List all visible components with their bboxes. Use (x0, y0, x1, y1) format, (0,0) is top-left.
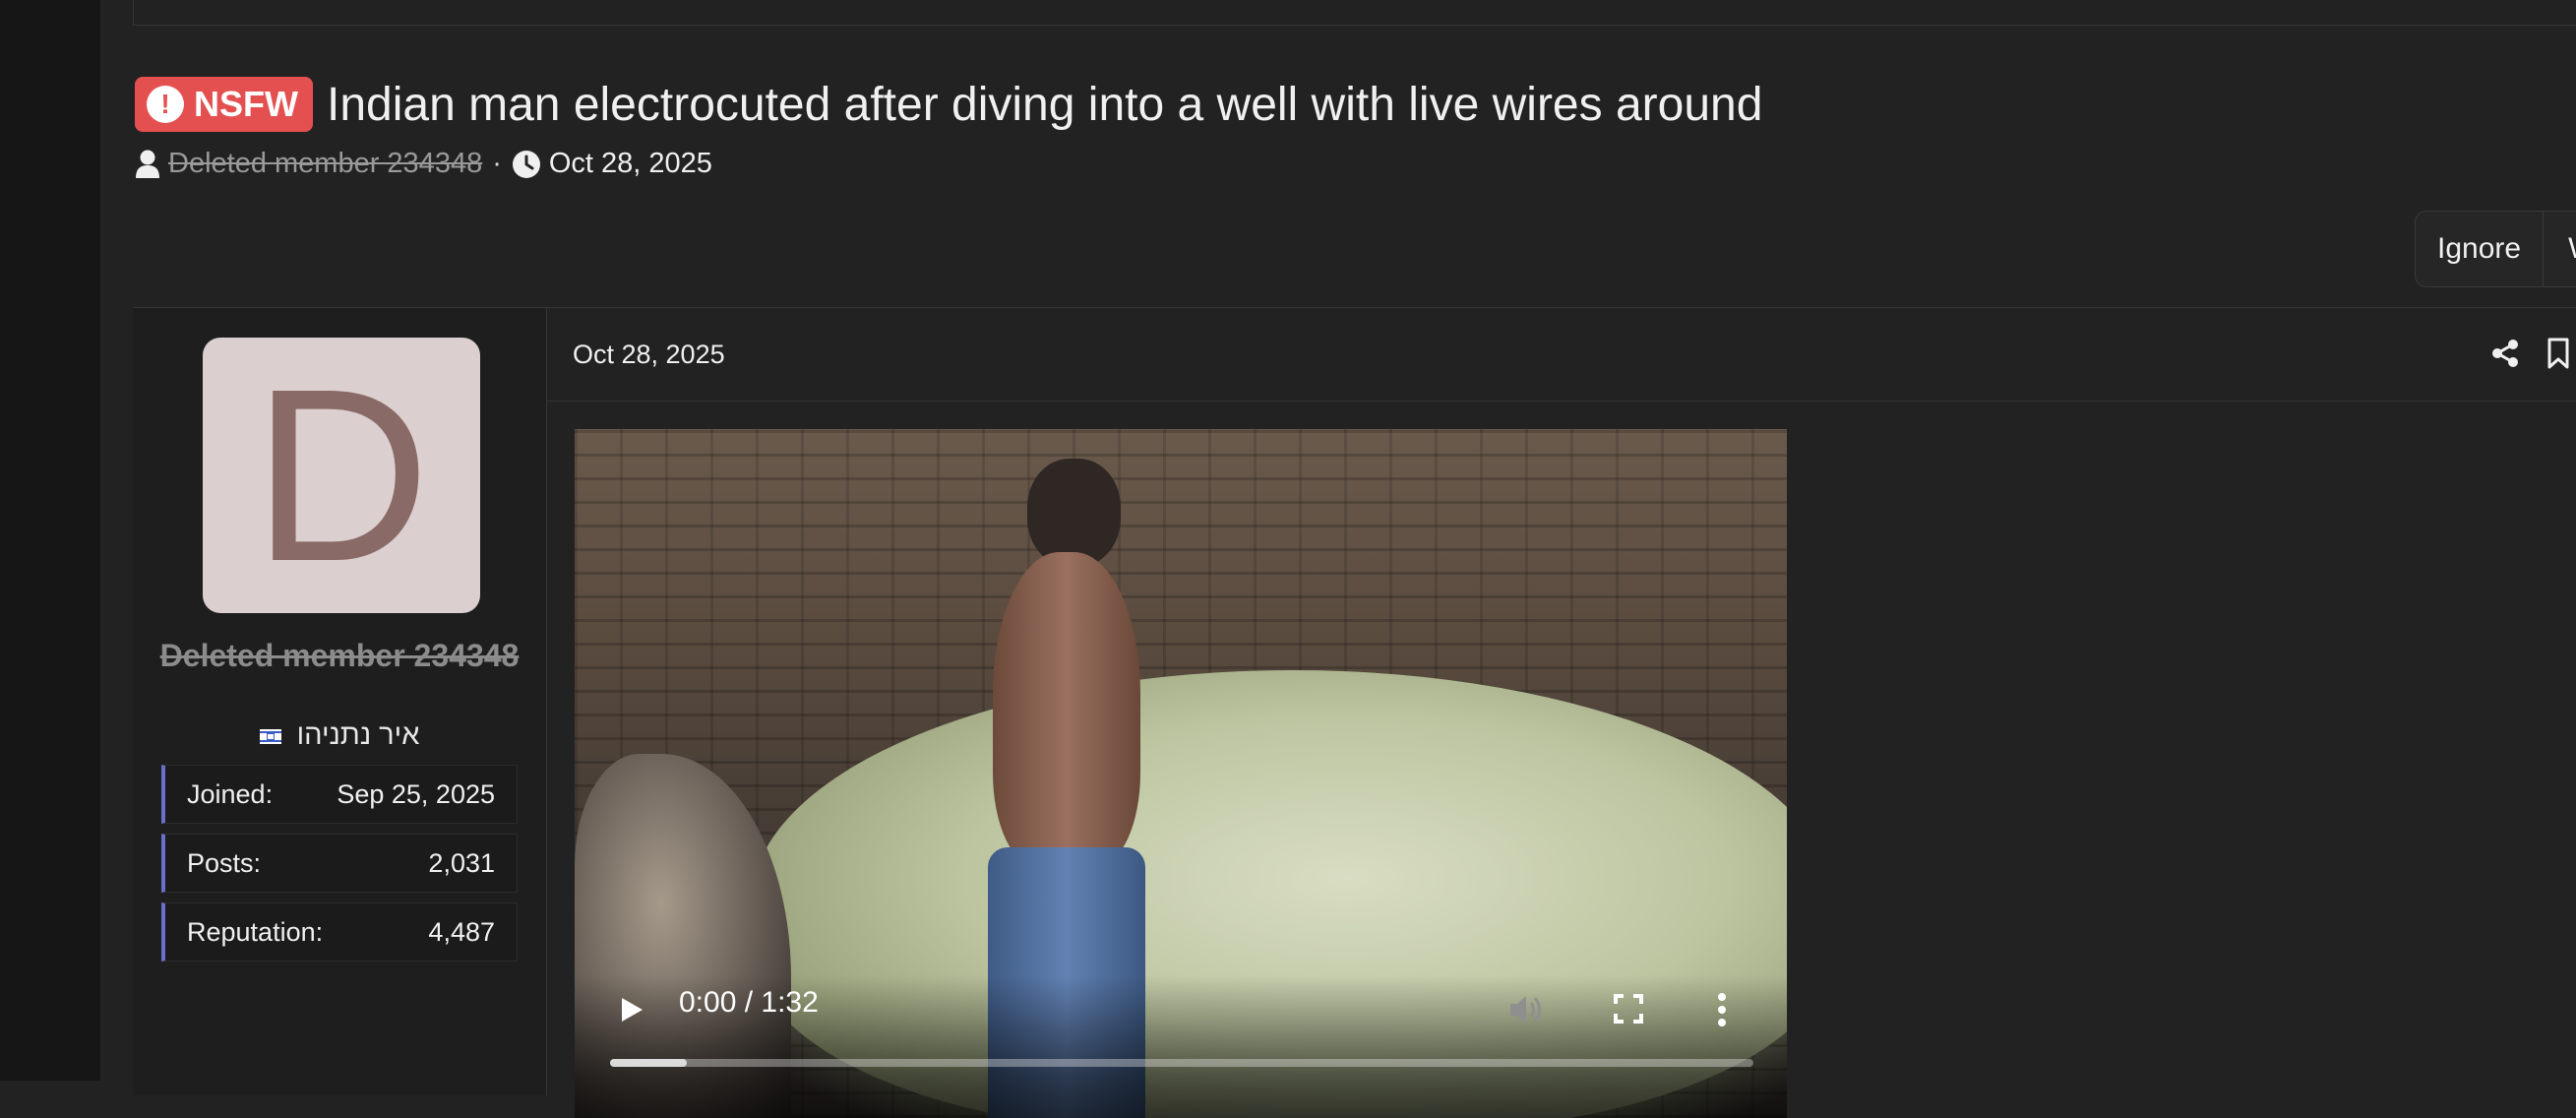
watch-button[interactable]: W (2544, 212, 2576, 286)
stat-reputation: Reputation: 4,487 (161, 902, 518, 962)
post-author-sidebar: D Deleted member 234348 איר נתניהו Joine… (133, 308, 547, 1095)
user-title-text: איר נתניהו (296, 719, 420, 751)
thread-date[interactable]: Oct 28, 2025 (549, 148, 712, 180)
video-time: 0:00 / 1:32 (679, 986, 819, 1019)
nsfw-badge-label: NSFW (194, 84, 298, 124)
thread-title-row: ! NSFW Indian man electrocuted after div… (135, 77, 1762, 132)
avatar-letter: D (252, 338, 431, 612)
stat-value: 2,031 (428, 847, 495, 878)
play-icon[interactable] (618, 995, 645, 1029)
stat-label: Posts: (187, 847, 262, 878)
meta-separator: · (492, 148, 502, 179)
israel-flag-icon (259, 728, 281, 744)
thread-title: Indian man electrocuted after diving int… (326, 78, 1763, 131)
alert-icon: ! (147, 86, 184, 123)
stat-value: Sep 25, 2025 (337, 778, 495, 809)
fullscreen-icon[interactable] (1614, 994, 1643, 1028)
thread-meta: Deleted member 234348 · Oct 28, 2025 (135, 148, 712, 180)
post: D Deleted member 234348 איר נתניהו Joine… (133, 307, 2576, 1118)
video-progress-fill (610, 1059, 687, 1067)
thread-author-link[interactable]: Deleted member 234348 (168, 148, 482, 180)
avatar[interactable]: D (203, 338, 480, 613)
nsfw-badge: ! NSFW (135, 77, 313, 132)
video-progress-bar[interactable] (610, 1059, 1753, 1067)
stat-joined: Joined: Sep 25, 2025 (161, 765, 518, 824)
ignore-button[interactable]: Ignore (2416, 212, 2545, 286)
stat-value: 4,487 (428, 916, 495, 947)
stat-label: Reputation: (187, 916, 324, 947)
post-author-name[interactable]: Deleted member 234348 (133, 633, 546, 678)
top-panel (133, 0, 2576, 26)
share-icon[interactable] (2491, 339, 2519, 373)
more-options-icon[interactable] (1716, 992, 1728, 1032)
user-icon (135, 150, 160, 179)
stat-label: Joined: (187, 778, 274, 809)
bookmark-icon[interactable] (2546, 338, 2570, 374)
user-title: איר נתניהו (133, 719, 546, 752)
post-date[interactable]: Oct 28, 2025 (573, 340, 725, 370)
stat-posts: Posts: 2,031 (161, 834, 518, 893)
clock-icon (512, 150, 541, 179)
video-player[interactable]: 0:00 / 1:32 (575, 429, 1787, 1118)
volume-icon[interactable] (1507, 992, 1547, 1032)
post-body: Oct 28, 2025 0:00 / 1:32 (547, 308, 2576, 1118)
thread-action-buttons: Ignore W (2415, 211, 2576, 287)
post-header: Oct 28, 2025 (547, 308, 2576, 402)
left-gutter (0, 0, 100, 1081)
